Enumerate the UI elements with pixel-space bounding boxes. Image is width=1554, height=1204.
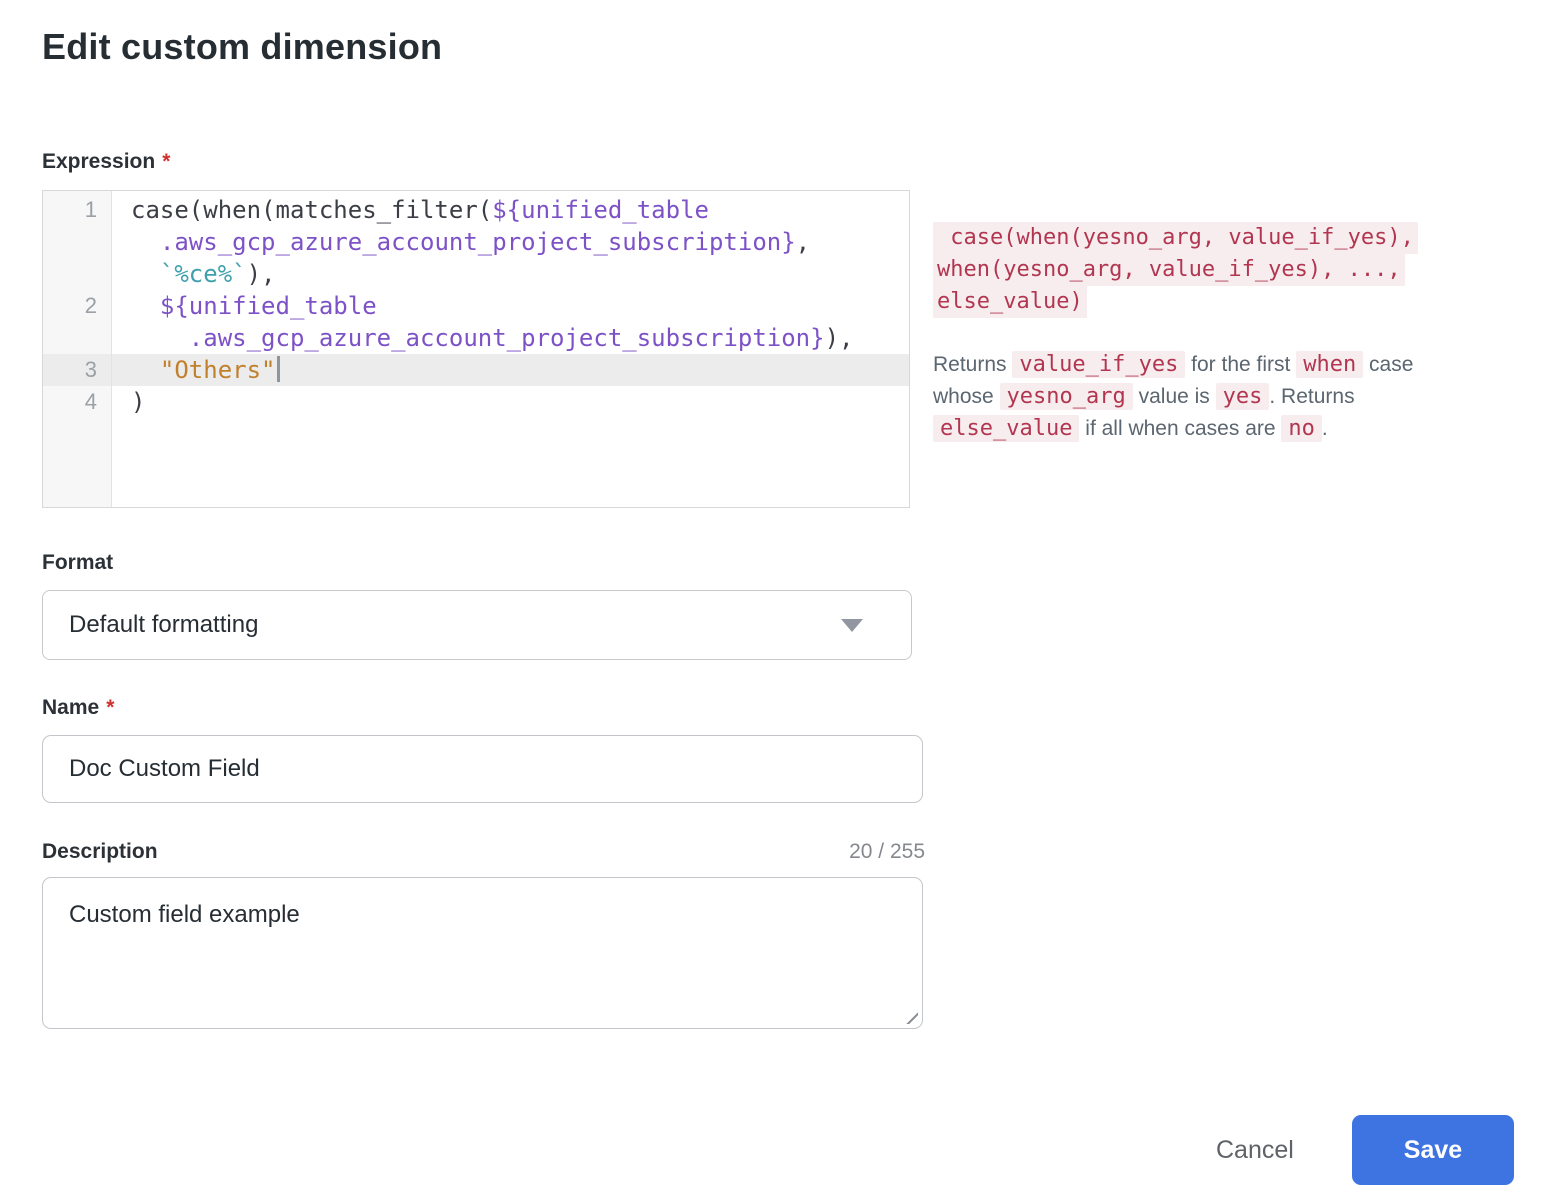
line-number bbox=[43, 322, 111, 354]
required-asterisk: * bbox=[162, 150, 170, 173]
inline-code-token: no bbox=[1281, 415, 1322, 442]
signature-line: else_value) bbox=[933, 286, 1087, 318]
name-label: Name bbox=[42, 696, 99, 719]
line-number: 4 bbox=[43, 386, 111, 418]
page-title: Edit custom dimension bbox=[42, 26, 442, 68]
code-text[interactable]: .aws_gcp_azure_account_project_subscript… bbox=[111, 226, 810, 258]
line-number: 1 bbox=[43, 194, 111, 226]
code-text[interactable]: .aws_gcp_azure_account_project_subscript… bbox=[111, 322, 853, 354]
editor-line[interactable]: 3 "Others" bbox=[43, 354, 909, 386]
signature-line: when(yesno_arg, value_if_yes), ..., bbox=[933, 254, 1405, 286]
name-label-row: Name * bbox=[42, 696, 114, 720]
code-text[interactable]: case(when(matches_filter(${unified_table bbox=[111, 194, 709, 226]
line-number bbox=[43, 226, 111, 258]
editor-line[interactable]: .aws_gcp_azure_account_project_subscript… bbox=[43, 322, 909, 354]
description-field-wrap: Custom field example bbox=[42, 877, 923, 1029]
code-text[interactable]: `%ce%`), bbox=[111, 258, 276, 290]
editor-line[interactable]: 2 ${unified_table bbox=[43, 290, 909, 322]
line-number: 3 bbox=[43, 354, 111, 386]
chevron-down-icon bbox=[841, 619, 863, 632]
function-signature: case(when(yesno_arg, value_if_yes),when(… bbox=[933, 222, 1457, 318]
editor-line[interactable]: 1case(when(matches_filter(${unified_tabl… bbox=[43, 194, 909, 226]
format-label: Format bbox=[42, 551, 113, 574]
description-label-row: Description 20 / 255 bbox=[42, 840, 925, 864]
code-text[interactable]: ) bbox=[111, 386, 145, 418]
format-select[interactable]: Default formatting bbox=[42, 590, 912, 660]
cancel-button[interactable]: Cancel bbox=[1198, 1126, 1312, 1174]
code-text[interactable]: "Others" bbox=[111, 354, 280, 386]
inline-code-token: yes bbox=[1216, 383, 1270, 410]
required-asterisk: * bbox=[106, 696, 114, 719]
code-text[interactable]: ${unified_table bbox=[111, 290, 377, 322]
format-label-row: Format bbox=[42, 551, 113, 575]
format-select-value: Default formatting bbox=[69, 611, 841, 639]
char-counter: 20 / 255 bbox=[849, 840, 925, 864]
inline-code-token: value_if_yes bbox=[1012, 351, 1185, 378]
name-input[interactable] bbox=[42, 735, 923, 803]
description-textarea[interactable]: Custom field example bbox=[42, 877, 923, 1029]
expression-editor[interactable]: 1case(when(matches_filter(${unified_tabl… bbox=[42, 190, 910, 508]
inline-code-token: when bbox=[1296, 351, 1363, 378]
description-label: Description bbox=[42, 840, 158, 864]
inline-code-token: else_value bbox=[933, 415, 1079, 442]
function-help-panel: case(when(yesno_arg, value_if_yes),when(… bbox=[933, 222, 1457, 445]
editor-gutter-divider bbox=[111, 191, 112, 507]
editor-line[interactable]: `%ce%`), bbox=[43, 258, 909, 290]
save-button[interactable]: Save bbox=[1352, 1115, 1514, 1185]
expression-editor-rows[interactable]: 1case(when(matches_filter(${unified_tabl… bbox=[43, 191, 909, 418]
text-cursor bbox=[277, 356, 280, 382]
editor-line[interactable]: .aws_gcp_azure_account_project_subscript… bbox=[43, 226, 909, 258]
line-number bbox=[43, 258, 111, 290]
editor-line[interactable]: 4) bbox=[43, 386, 909, 418]
expression-label-row: Expression * bbox=[42, 150, 170, 174]
expression-label: Expression bbox=[42, 150, 155, 173]
signature-line: case(when(yesno_arg, value_if_yes), bbox=[933, 222, 1418, 254]
inline-code-token: yesno_arg bbox=[1000, 383, 1133, 410]
line-number: 2 bbox=[43, 290, 111, 322]
function-description: Returns value_if_yes for the first when … bbox=[933, 349, 1457, 445]
